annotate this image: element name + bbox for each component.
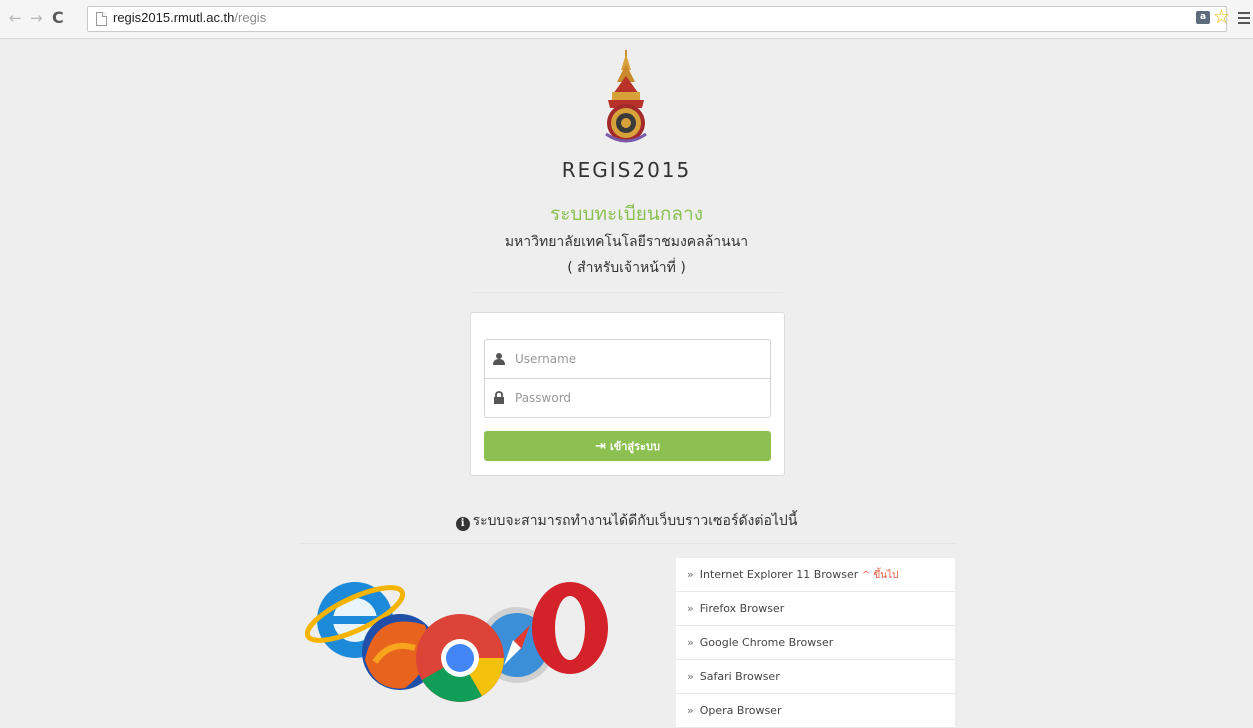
browser-toolbar: ← → C regis2015.rmutl.ac.th/regis a ☆	[0, 0, 1253, 39]
browser-name: Internet Explorer 11 Browser	[699, 568, 859, 581]
list-item: » Firefox Browser	[676, 592, 955, 626]
page-icon	[96, 12, 107, 26]
menu-icon[interactable]	[1238, 12, 1250, 24]
double-chevron-icon: »	[687, 704, 694, 717]
chrome-logo-icon	[416, 614, 504, 702]
double-chevron-icon: »	[687, 602, 694, 615]
login-button-label: เข้าสู่ระบบ	[609, 440, 660, 453]
double-chevron-icon: »	[687, 636, 694, 649]
reload-icon[interactable]: C	[52, 9, 64, 27]
opera-logo-icon	[532, 582, 608, 674]
browser-name: Safari Browser	[699, 670, 780, 683]
version-note: ^ ขึ้นไป	[861, 570, 899, 581]
password-input[interactable]	[515, 389, 755, 407]
list-item: » Internet Explorer 11 Browser ^ ขึ้นไป	[676, 558, 955, 592]
list-item: » Safari Browser	[676, 660, 955, 694]
username-input[interactable]	[515, 350, 755, 368]
browser-support-text: ระบบจะสามารถทำงานได้ดีกับเว็บบราวเซอร์ดั…	[472, 513, 798, 529]
password-field[interactable]	[484, 378, 771, 418]
browser-list: » Internet Explorer 11 Browser ^ ขึ้นไป »…	[676, 558, 955, 728]
lock-icon	[494, 391, 504, 404]
double-chevron-icon: »	[687, 670, 694, 683]
sign-in-icon: ⇥	[595, 438, 606, 454]
star-icon[interactable]: ☆	[1213, 7, 1230, 27]
browser-name: Opera Browser	[699, 704, 782, 717]
browser-name: Google Chrome Browser	[699, 636, 834, 649]
list-item: » Google Chrome Browser	[676, 626, 955, 660]
url-path: /regis	[234, 10, 267, 25]
audience-note: ( สำหรับเจ้าหน้าที่ )	[567, 260, 686, 276]
system-name: REGIS2015	[561, 158, 692, 182]
username-field[interactable]	[484, 339, 771, 379]
university-seal-logo	[605, 50, 647, 143]
list-item: » Opera Browser	[676, 694, 955, 728]
user-icon	[493, 353, 505, 365]
back-arrow-icon[interactable]: ←	[9, 9, 22, 27]
divider	[299, 543, 955, 544]
translate-icon[interactable]: a	[1196, 11, 1210, 24]
double-chevron-icon: »	[687, 568, 694, 581]
university-name: มหาวิทยาลัยเทคโนโลยีราชมงคลล้านนา	[504, 234, 749, 250]
url-host: regis2015.rmutl.ac.th	[113, 10, 235, 25]
system-title: ระบบทะเบียนกลาง	[549, 203, 704, 225]
login-form: ⇥ เข้าสู่ระบบ	[470, 312, 785, 476]
info-icon: i	[455, 517, 470, 531]
url-text[interactable]: regis2015.rmutl.ac.th/regis	[113, 10, 266, 25]
login-button[interactable]: ⇥ เข้าสู่ระบบ	[484, 431, 771, 461]
divider	[471, 292, 783, 293]
browser-support-note: i ระบบจะสามารถทำงานได้ดีกับเว็บบราวเซอร์ด…	[0, 510, 1253, 532]
address-bar[interactable]: regis2015.rmutl.ac.th/regis	[87, 6, 1227, 32]
browser-name: Firefox Browser	[699, 602, 785, 615]
browser-logos-image	[305, 582, 608, 702]
forward-arrow-icon[interactable]: →	[30, 9, 43, 27]
